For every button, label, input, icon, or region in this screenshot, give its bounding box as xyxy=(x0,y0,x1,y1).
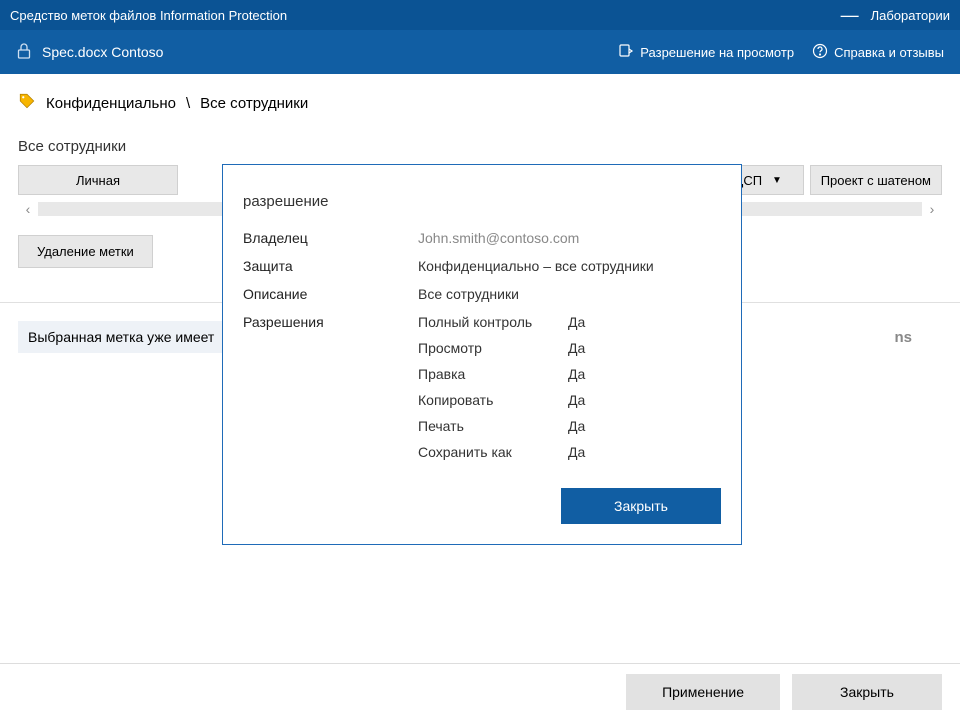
help-link[interactable]: Справка и отзывы xyxy=(812,43,944,62)
permissions-list: Полный контроль Да Просмотр Да Правка Да… xyxy=(418,314,721,460)
dialog-close-button[interactable]: Закрыть xyxy=(561,488,721,524)
perm-row: Просмотр Да xyxy=(418,340,721,356)
help-icon xyxy=(812,43,828,62)
description-value: Все сотрудники xyxy=(418,286,721,302)
file-area: Spec.docx Contoso xyxy=(16,42,618,63)
label-btn-project[interactable]: Проект с шатеном xyxy=(810,165,942,195)
label-suffix: Все сотрудники xyxy=(200,95,308,112)
description-label: Описание xyxy=(243,286,418,302)
footer: Применение Закрыть xyxy=(0,663,960,720)
permission-icon xyxy=(618,43,634,62)
current-label-row: Конфиденциально \ Все сотрудники xyxy=(18,92,942,114)
permissions-label: Разрешения xyxy=(243,314,418,470)
sub-bar: Spec.docx Contoso Разрешение на просмотр… xyxy=(0,30,960,74)
tag-icon xyxy=(18,92,36,114)
label-sep: \ xyxy=(186,95,190,112)
perm-row: Правка Да xyxy=(418,366,721,382)
scroll-left-icon[interactable]: ‹ xyxy=(18,201,38,217)
owner-value: John.smith@contoso.com xyxy=(418,230,721,246)
close-button[interactable]: Закрыть xyxy=(792,674,942,710)
filename: Spec.docx Contoso xyxy=(42,44,163,60)
scroll-right-icon[interactable]: › xyxy=(922,201,942,217)
label-prefix: Конфиденциально xyxy=(46,95,176,112)
protection-label: Защита xyxy=(243,258,418,274)
title-bar: Средство меток файлов Information Protec… xyxy=(0,0,960,30)
permission-dialog: разрешение Владелец John.smith@contoso.c… xyxy=(222,164,742,545)
chevron-down-icon: ▼ xyxy=(772,175,782,186)
status-text: Выбранная метка уже имеет xyxy=(18,321,224,353)
dialog-title: разрешение xyxy=(243,193,721,210)
status-tail: ns xyxy=(894,329,942,346)
perm-row: Копировать Да xyxy=(418,392,721,408)
apply-button[interactable]: Применение xyxy=(626,674,780,710)
label-btn-personal[interactable]: Личная xyxy=(18,165,178,195)
protection-value: Конфиденциально – все сотрудники xyxy=(418,258,721,274)
app-title: Средство меток файлов Information Protec… xyxy=(10,8,841,23)
lock-icon xyxy=(16,42,32,63)
perm-row: Печать Да xyxy=(418,418,721,434)
minimize-button[interactable]: — xyxy=(841,5,859,26)
owner-label: Владелец xyxy=(243,230,418,246)
delete-label-button[interactable]: Удаление метки xyxy=(18,235,153,268)
lab-link[interactable]: Лаборатории xyxy=(871,8,950,23)
view-permission-link[interactable]: Разрешение на просмотр xyxy=(618,43,794,62)
perm-row: Сохранить как Да xyxy=(418,444,721,460)
perm-row: Полный контроль Да xyxy=(418,314,721,330)
section-title: Все сотрудники xyxy=(18,138,942,155)
